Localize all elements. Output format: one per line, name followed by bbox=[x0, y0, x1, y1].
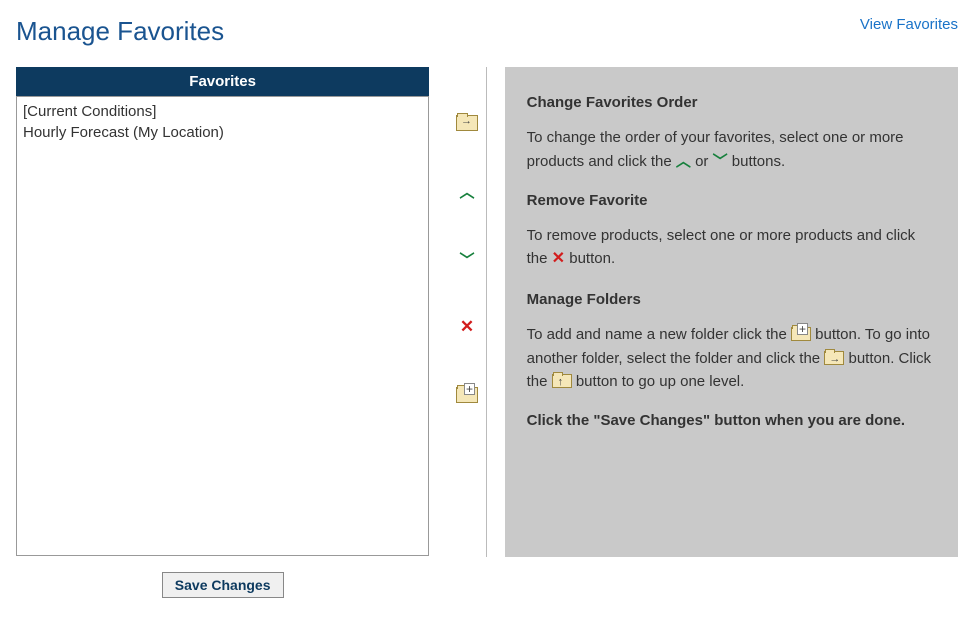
chevron-down-icon: ﹀ bbox=[713, 153, 728, 170]
folder-plus-icon bbox=[456, 387, 478, 403]
help-folders-text: To add and name a new folder click the b… bbox=[527, 323, 936, 393]
move-up-button[interactable]: ︿ bbox=[455, 181, 479, 201]
list-item[interactable]: [Current Conditions] bbox=[23, 101, 422, 122]
help-panel: Change Favorites Order To change the ord… bbox=[505, 67, 958, 557]
favorites-list[interactable]: [Current Conditions] Hourly Forecast (My… bbox=[16, 96, 429, 556]
list-item[interactable]: Hourly Forecast (My Location) bbox=[23, 122, 422, 143]
help-order-text: To change the order of your favorites, s… bbox=[527, 126, 936, 173]
folder-up-icon bbox=[552, 374, 572, 388]
move-down-button[interactable]: ﹀ bbox=[455, 249, 479, 269]
close-icon: ✕ bbox=[552, 250, 565, 267]
help-save-note: Click the "Save Changes" button when you… bbox=[527, 409, 936, 432]
folder-plus-icon bbox=[791, 327, 811, 341]
help-remove-title: Remove Favorite bbox=[527, 189, 936, 212]
help-order-title: Change Favorites Order bbox=[527, 91, 936, 114]
chevron-up-icon: ︿ bbox=[459, 181, 474, 202]
favorites-panel-title: Favorites bbox=[16, 67, 429, 96]
chevron-up-icon: ︿ bbox=[676, 153, 691, 170]
page-title: Manage Favorites bbox=[16, 16, 224, 47]
folder-arrow-icon bbox=[456, 115, 478, 131]
enter-folder-button[interactable] bbox=[455, 113, 479, 133]
controls-column: ︿ ﹀ ✕ bbox=[447, 67, 486, 453]
add-folder-button[interactable] bbox=[455, 385, 479, 405]
favorites-panel: Favorites [Current Conditions] Hourly Fo… bbox=[16, 67, 429, 598]
close-icon: ✕ bbox=[460, 317, 474, 337]
chevron-down-icon: ﹀ bbox=[459, 249, 474, 270]
save-changes-button[interactable]: Save Changes bbox=[162, 572, 284, 598]
view-favorites-link[interactable]: View Favorites bbox=[860, 16, 958, 33]
help-folders-title: Manage Folders bbox=[527, 288, 936, 311]
remove-button[interactable]: ✕ bbox=[455, 317, 479, 337]
folder-arrow-icon bbox=[824, 351, 844, 365]
help-remove-text: To remove products, select one or more p… bbox=[527, 224, 936, 272]
